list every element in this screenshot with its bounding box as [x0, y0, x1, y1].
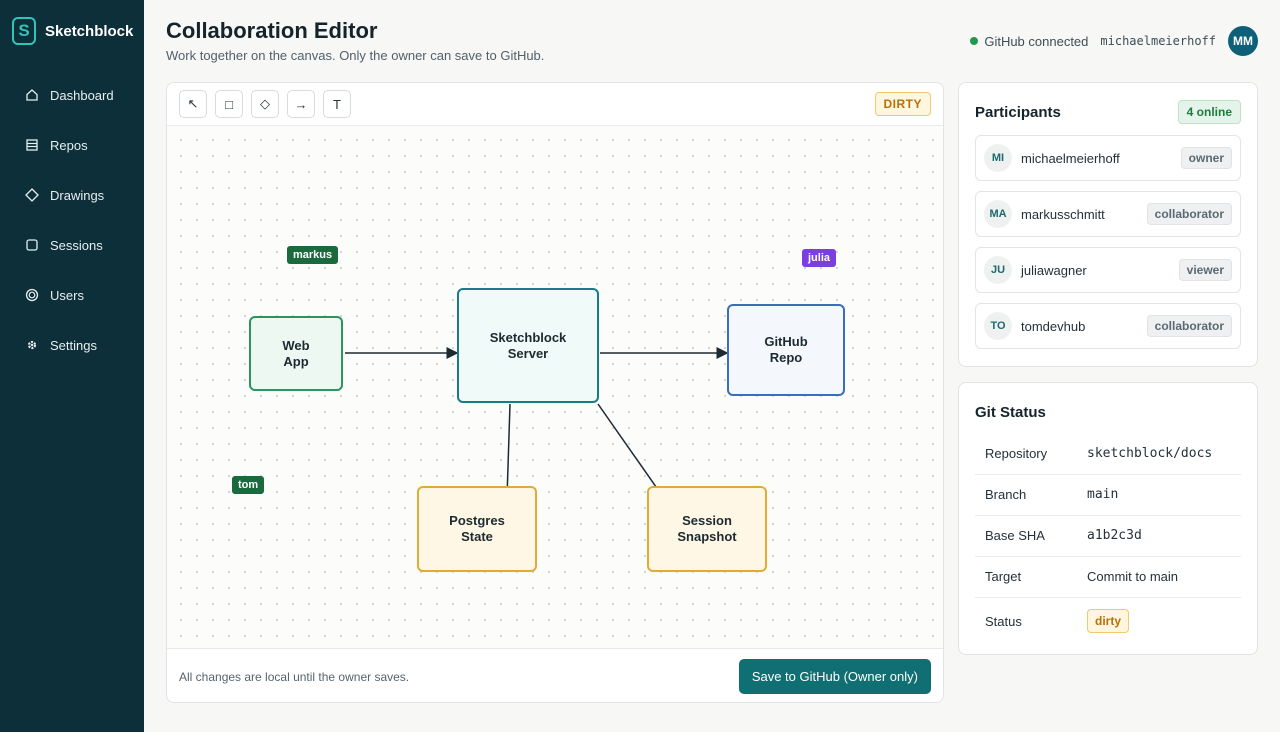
- git-value: main: [1087, 474, 1241, 516]
- home-icon: [24, 87, 40, 103]
- cursor-tag-julia: julia: [802, 249, 837, 267]
- node-label: Web App: [282, 337, 310, 369]
- repos-icon: [24, 137, 40, 153]
- node-sketchblock-server[interactable]: Sketchblock Server: [457, 288, 599, 403]
- rectangle-tool-button[interactable]: □: [215, 90, 243, 118]
- node-label: Sketchblock Server: [489, 329, 567, 361]
- node-github-repo[interactable]: GitHub Repo: [727, 304, 845, 396]
- git-row-repository: Repository sketchblock/docs: [975, 433, 1241, 475]
- sidebar-item-dashboard[interactable]: Dashboard: [0, 70, 144, 120]
- brand-logo-icon: S: [12, 17, 36, 45]
- git-row-target: Target Commit to main: [975, 556, 1241, 598]
- diamond-tool-button[interactable]: ◇: [251, 90, 279, 118]
- text-tool-button[interactable]: T: [323, 90, 351, 118]
- participant-role-badge: collaborator: [1146, 203, 1232, 225]
- users-icon: [24, 287, 40, 303]
- participant-row[interactable]: TO tomdevhub collaborator: [975, 303, 1241, 349]
- participant-role-badge: viewer: [1178, 259, 1232, 281]
- participant-row[interactable]: JU juliawagner viewer: [975, 247, 1241, 293]
- node-label: Session Snapshot: [677, 513, 737, 544]
- canvas-toolbar: ↖ □ ◇ → T DIRTY: [167, 83, 943, 126]
- git-row-status: Status dirty: [975, 597, 1241, 645]
- connected-dot-icon: [970, 37, 979, 45]
- participant-list: MI michaelmeierhoff owner MA markusschmi…: [975, 135, 1241, 349]
- cursor-tag-markus: markus: [287, 246, 339, 264]
- canvas-footer: All changes are local until the owner sa…: [167, 648, 943, 702]
- sidebar-item-label: Repos: [50, 137, 88, 153]
- sidebar-item-users[interactable]: Users: [0, 270, 144, 320]
- git-row-base-sha: Base SHA a1b2c3d: [975, 515, 1241, 557]
- square-icon: [24, 237, 40, 253]
- sidebar-item-label: Users: [50, 287, 84, 303]
- participant-avatar: MA: [984, 200, 1012, 228]
- canvas-panel: ↖ □ ◇ → T DIRTY Web App Sketchblock Serv…: [166, 82, 944, 703]
- sidebar-item-settings[interactable]: Settings: [0, 320, 144, 370]
- participant-name: tomdevhub: [1021, 318, 1086, 334]
- git-key: Base SHA: [975, 515, 1087, 557]
- participant-role-badge: owner: [1180, 147, 1232, 169]
- participant-avatar: MI: [984, 144, 1012, 172]
- participant-avatar: JU: [984, 256, 1012, 284]
- git-value: a1b2c3d: [1087, 515, 1241, 557]
- git-value: sketchblock/docs: [1087, 433, 1241, 475]
- current-username: michaelmeierhoff: [1100, 34, 1216, 48]
- sidebar-item-repos[interactable]: Repos: [0, 120, 144, 170]
- git-status-header: Git Status: [975, 399, 1241, 425]
- local-changes-note: All changes are local until the owner sa…: [179, 669, 410, 684]
- participants-title: Participants: [975, 103, 1061, 121]
- git-key: Target: [975, 556, 1087, 598]
- brand[interactable]: S Sketchblock: [12, 16, 144, 46]
- node-web-app[interactable]: Web App: [249, 316, 343, 391]
- participant-role-badge: collaborator: [1146, 315, 1232, 337]
- page-subtitle: Work together on the canvas. Only the ow…: [166, 48, 545, 63]
- participant-name: michaelmeierhoff: [1021, 150, 1120, 166]
- git-status-pill: dirty: [1087, 609, 1130, 634]
- participant-row[interactable]: MA markusschmitt collaborator: [975, 191, 1241, 237]
- git-key: Repository: [975, 433, 1087, 475]
- git-row-branch: Branch main: [975, 474, 1241, 516]
- brand-name: Sketchblock: [45, 22, 134, 40]
- participant-row[interactable]: MI michaelmeierhoff owner: [975, 135, 1241, 181]
- edge-server-postgres: [501, 403, 514, 500]
- select-tool-button[interactable]: ↖: [179, 90, 207, 118]
- page-title: Collaboration Editor: [166, 18, 378, 43]
- sidebar-item-label: Dashboard: [50, 87, 114, 103]
- git-status-table: Repository sketchblock/docs Branch main …: [975, 433, 1241, 645]
- participant-avatar: TO: [984, 312, 1012, 340]
- participant-name: juliawagner: [1021, 262, 1087, 278]
- git-status-panel: Git Status Repository sketchblock/docs B…: [958, 382, 1258, 655]
- sidebar-item-label: Settings: [50, 337, 97, 353]
- drawing-canvas[interactable]: Web App Sketchblock Server GitHub Repo P…: [167, 126, 943, 648]
- sidebar-item-label: Drawings: [50, 187, 105, 203]
- gear-icon: [24, 337, 40, 353]
- diamond-icon: [24, 187, 40, 203]
- participants-header: Participants 4 online: [975, 99, 1241, 125]
- user-avatar[interactable]: MM: [1228, 26, 1258, 56]
- git-value: Commit to main: [1087, 556, 1241, 598]
- git-key: Branch: [975, 474, 1087, 516]
- node-label: Postgres State: [449, 513, 505, 544]
- git-status-title: Git Status: [975, 403, 1046, 421]
- sidebar-item-sessions[interactable]: Sessions: [0, 220, 144, 270]
- sidebar-nav: Dashboard Repos Drawings Sessions Users: [0, 70, 144, 370]
- node-postgres-state[interactable]: Postgres State: [417, 486, 537, 572]
- dirty-badge: DIRTY: [874, 92, 931, 116]
- participant-name: markusschmitt: [1021, 206, 1105, 222]
- sidebar: S Sketchblock Dashboard Repos Drawings S…: [0, 0, 144, 732]
- connection-status: GitHub connected: [984, 33, 1089, 49]
- sidebar-item-label: Sessions: [50, 237, 103, 253]
- git-value-cell: dirty: [1087, 597, 1241, 645]
- cursor-tag-tom: tom: [232, 476, 265, 494]
- arrow-tool-button[interactable]: →: [287, 90, 315, 118]
- sidebar-item-drawings[interactable]: Drawings: [0, 170, 144, 220]
- header-status: GitHub connected michaelmeierhoff MM: [970, 26, 1258, 56]
- git-key: Status: [985, 613, 1022, 629]
- save-to-github-button[interactable]: Save to GitHub (Owner only): [738, 659, 931, 694]
- node-session-snapshot[interactable]: Session Snapshot: [647, 486, 767, 572]
- online-count-badge: 4 online: [1177, 100, 1241, 124]
- node-label: GitHub Repo: [764, 334, 808, 365]
- participants-panel: Participants 4 online MI michaelmeierhof…: [958, 82, 1258, 367]
